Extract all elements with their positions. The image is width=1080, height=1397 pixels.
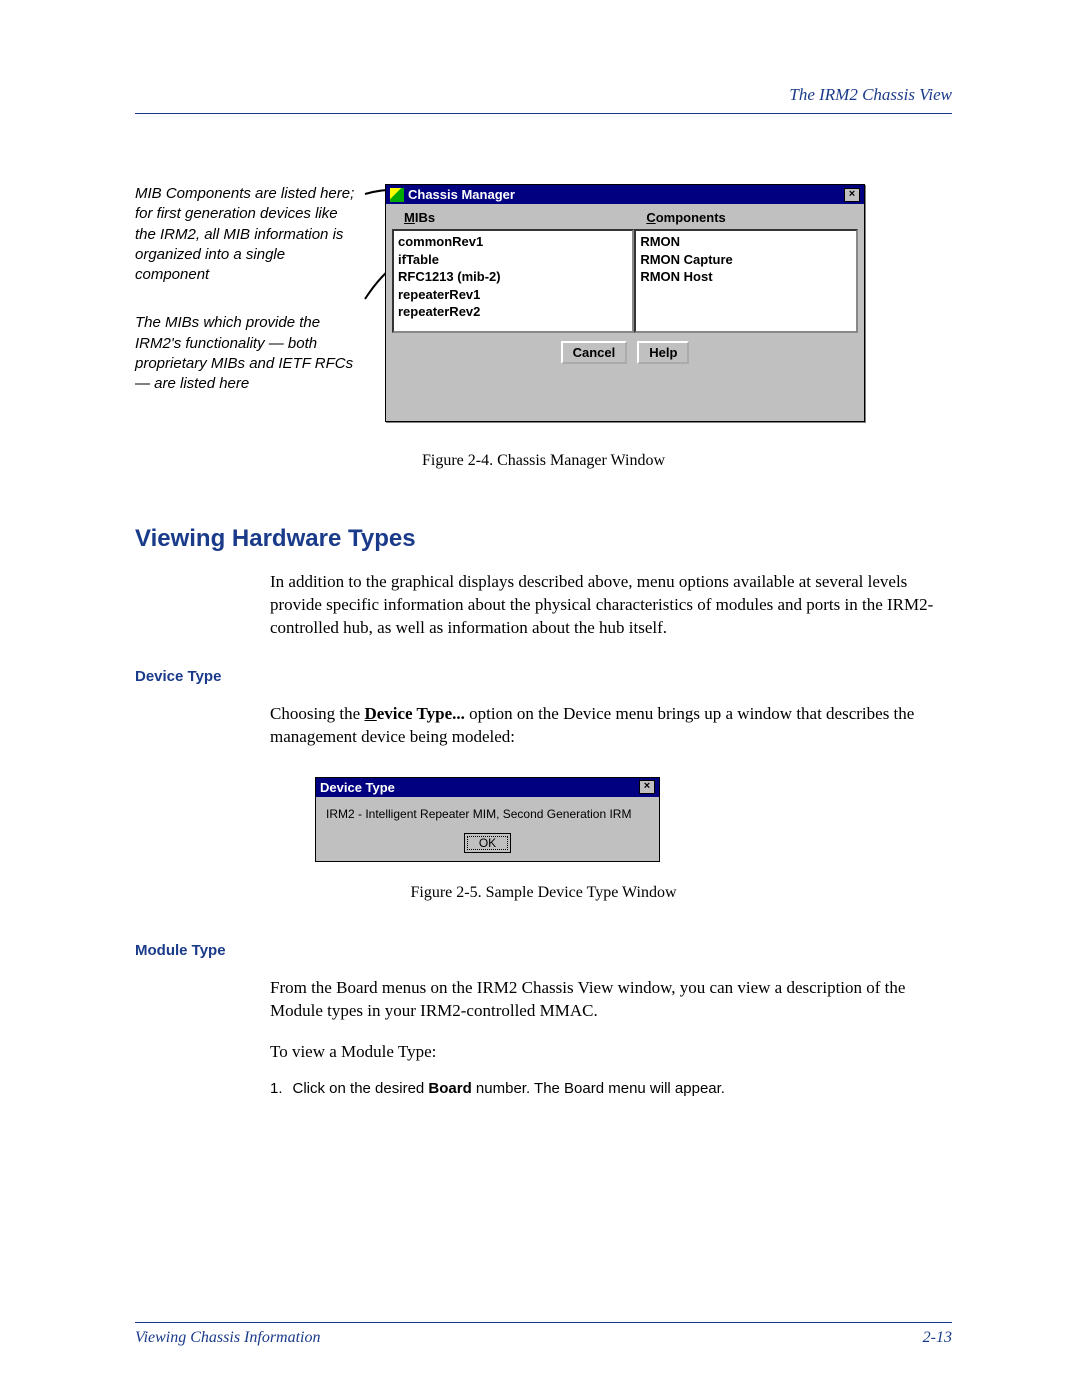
list-item[interactable]: RMON Capture <box>640 251 852 269</box>
header-rule <box>135 113 952 114</box>
device-type-paragraph: Choosing the Device Type... option on th… <box>270 703 952 749</box>
list-item[interactable]: repeaterRev2 <box>398 303 628 321</box>
chassis-title: Chassis Manager <box>408 187 515 202</box>
components-listbox[interactable]: RMON RMON Capture RMON Host <box>634 229 858 333</box>
app-icon <box>390 188 404 202</box>
footer-left: Viewing Chassis Information <box>135 1329 321 1347</box>
list-item[interactable]: repeaterRev1 <box>398 286 628 304</box>
module-type-paragraph: From the Board menus on the IRM2 Chassis… <box>270 977 952 1023</box>
device-type-label: Device Type <box>135 668 952 685</box>
ok-button[interactable]: OK <box>464 833 511 853</box>
figure-caption-2: Figure 2-5. Sample Device Type Window <box>135 884 952 902</box>
device-type-window: Device Type × IRM2 - Intelligent Repeate… <box>315 777 660 862</box>
section-heading: Viewing Hardware Types <box>135 525 952 553</box>
annotation-mibs: The MIBs which provide the IRM2's functi… <box>135 313 355 394</box>
page-header-title: The IRM2 Chassis View <box>135 85 952 105</box>
list-item[interactable]: RMON <box>640 233 852 251</box>
cancel-button[interactable]: Cancel <box>561 341 628 364</box>
close-icon[interactable]: × <box>844 188 860 202</box>
footer-rule <box>135 1322 952 1323</box>
components-column-header: Components <box>634 208 858 229</box>
list-item[interactable]: ifTable <box>398 251 628 269</box>
chassis-titlebar: Chassis Manager × <box>386 185 864 204</box>
device-window-title: Device Type <box>320 780 395 795</box>
chassis-manager-window: Chassis Manager × MIBs commonRev1 ifTabl… <box>385 184 865 422</box>
device-titlebar: Device Type × <box>316 778 659 797</box>
module-type-lead: To view a Module Type: <box>270 1041 952 1064</box>
figure-caption-1: Figure 2-4. Chassis Manager Window <box>135 452 952 470</box>
page-number: 2-13 <box>923 1329 952 1347</box>
module-type-label: Module Type <box>135 942 952 959</box>
list-item[interactable]: RFC1213 (mib-2) <box>398 268 628 286</box>
list-item[interactable]: commonRev1 <box>398 233 628 251</box>
help-button[interactable]: Help <box>637 341 689 364</box>
mibs-column-header: MIBs <box>392 208 634 229</box>
annotation-components: MIB Components are listed here; for firs… <box>135 184 355 285</box>
device-type-text: IRM2 - Intelligent Repeater MIM, Second … <box>326 807 649 821</box>
intro-paragraph: In addition to the graphical displays de… <box>270 571 952 640</box>
list-item[interactable]: RMON Host <box>640 268 852 286</box>
step-1: 1. Click on the desired Board number. Th… <box>270 1078 952 1099</box>
close-icon[interactable]: × <box>639 780 655 794</box>
mibs-listbox[interactable]: commonRev1 ifTable RFC1213 (mib-2) repea… <box>392 229 634 333</box>
